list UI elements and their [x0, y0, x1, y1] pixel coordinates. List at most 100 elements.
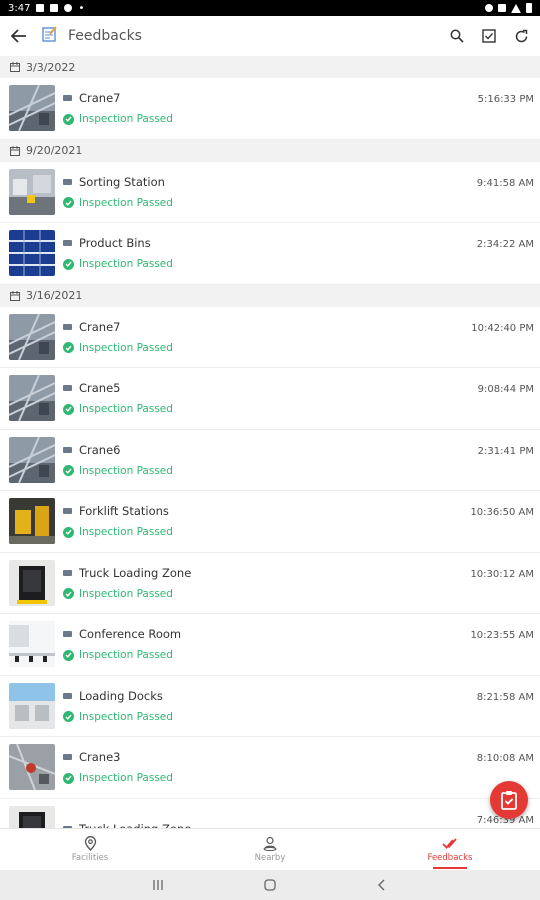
inspection-status: Inspection Passed	[79, 526, 173, 539]
feedback-time: 9:41:58 AM	[476, 177, 534, 189]
date-group-header: 9/20/2021	[0, 139, 540, 162]
feedback-row[interactable]: Product Bins Inspection Passed 2:34:22 AM	[0, 223, 540, 285]
facility-type-icon	[63, 446, 72, 453]
nav-facilities-label: Facilities	[71, 853, 109, 863]
facility-name: Crane5	[79, 381, 121, 396]
check-circle-icon	[63, 258, 74, 270]
inspection-status: Inspection Passed	[79, 196, 173, 209]
inspection-status: Inspection Passed	[79, 587, 173, 600]
feedback-row[interactable]: Sorting Station Inspection Passed 9:41:58 …	[0, 162, 540, 223]
status-time: 3:47	[8, 2, 31, 14]
check-circle-icon	[63, 711, 74, 723]
nav-feedbacks-label: Feedbacks	[427, 852, 473, 863]
inspection-status: Inspection Passed	[79, 403, 173, 416]
feedback-time: 5:16:33 PM	[477, 94, 534, 105]
feedback-time: 8:21:58 AM	[476, 691, 534, 703]
feedback-row[interactable]: Crane6 Inspection Passed 2:31:41 PM	[0, 430, 540, 491]
feedback-time: 2:31:41 PM	[477, 445, 534, 457]
feedback-time: 10:23:55 AM	[470, 630, 534, 641]
feedback-time: 9:08:44 PM	[477, 384, 534, 395]
feedback-row[interactable]: Truck Loading Zone Inspection Passed 10:30…	[0, 553, 540, 614]
check-circle-icon	[63, 588, 74, 600]
status-bar: 3:47 •	[0, 0, 540, 16]
feedback-row[interactable]: Crane7 Inspection Passed 10:42:40 PM	[0, 307, 540, 368]
check-circle-icon	[63, 649, 74, 661]
feedback-row[interactable]: Forklift Stations Inspection Passed 10:36:…	[0, 491, 540, 553]
back-icon[interactable]	[376, 876, 388, 895]
inspection-status: Inspection Passed	[79, 710, 173, 723]
feedback-row[interactable]: Crane5 Inspection Passed 9:08:44 PM	[0, 368, 540, 430]
checkbox-select-icon[interactable]	[480, 27, 498, 45]
feedback-time: 8:10:08 AM	[476, 753, 534, 764]
facility-type-icon	[63, 178, 72, 185]
clipboard-check-icon	[501, 791, 517, 810]
date-group-header: 3/3/2022	[0, 56, 540, 78]
recent-apps-icon[interactable]	[152, 876, 164, 895]
feedback-row[interactable]: Crane7 Inspection Passed 5:16:33 PM	[0, 78, 540, 140]
new-feedback-button[interactable]	[490, 781, 528, 819]
inspection-status: Inspection Passed	[79, 341, 173, 354]
inspection-status: Inspection Passed	[79, 258, 173, 271]
gallery-notification-icon	[36, 4, 45, 12]
facility-thumbnail	[9, 230, 55, 277]
facility-thumbnail	[9, 805, 55, 828]
page-title: Feedbacks	[68, 28, 142, 44]
memo-icon	[42, 26, 58, 46]
feedback-row[interactable]: Truck Loading Zone7:46:39 AM	[0, 799, 540, 828]
facility-type-icon	[63, 323, 72, 330]
facility-type-icon	[63, 385, 72, 392]
facility-type-icon	[63, 508, 72, 515]
check-circle-icon	[63, 113, 74, 125]
facility-type-icon	[63, 569, 72, 576]
back-arrow-icon[interactable]	[10, 27, 28, 45]
facility-name: Crane7	[79, 319, 121, 334]
facility-thumbnail	[9, 313, 55, 360]
nav-facilities[interactable]: Facilities	[0, 829, 180, 870]
nav-feedbacks[interactable]: Feedbacks	[360, 829, 540, 870]
calendar-icon	[10, 290, 20, 301]
bottom-navigation: Facilities Nearby Feedbacks	[0, 828, 540, 870]
refresh-icon[interactable]	[512, 27, 530, 45]
facility-thumbnail	[9, 85, 55, 132]
battery-icon	[526, 3, 532, 13]
system-navigation-bar	[0, 870, 540, 900]
facility-type-icon	[63, 692, 72, 699]
date-label: 3/3/2022	[26, 60, 76, 74]
inspection-status: Inspection Passed	[79, 649, 173, 662]
facility-name: Crane3	[79, 750, 121, 765]
calendar-icon	[498, 4, 506, 12]
check-circle-icon	[63, 465, 74, 477]
facility-thumbnail	[9, 682, 55, 729]
facility-name: Product Bins	[79, 236, 151, 251]
inspection-status: Inspection Passed	[79, 113, 173, 126]
feedback-list[interactable]: 3/3/2022 Crane7 Inspection Passed 5:16:33 P…	[0, 56, 540, 828]
feedback-row[interactable]: Conference Room Inspection Passed 10:23:55…	[0, 614, 540, 676]
facility-name: Sorting Station	[79, 174, 165, 189]
date-group-header: 3/16/2021	[0, 284, 540, 307]
home-icon[interactable]	[264, 876, 276, 895]
check-circle-icon	[63, 342, 74, 354]
facility-thumbnail	[9, 498, 55, 545]
wifi-icon	[511, 3, 521, 13]
feedback-row[interactable]: Crane3 Inspection Passed 8:10:08 AM	[0, 737, 540, 799]
facility-name: Loading Docks	[79, 688, 163, 703]
person-pin-icon	[263, 836, 277, 851]
media-notification-icon	[64, 4, 73, 12]
facility-type-icon	[63, 95, 72, 102]
check-circle-icon	[63, 526, 74, 538]
nav-nearby[interactable]: Nearby	[180, 829, 360, 870]
calendar-icon	[10, 145, 20, 156]
date-label: 9/20/2021	[26, 144, 83, 157]
location-pin-icon	[84, 836, 96, 851]
facility-type-icon	[63, 754, 72, 761]
feedback-time: 2:34:22 AM	[476, 239, 534, 250]
facility-name: Forklift Stations	[79, 504, 169, 519]
check-circle-icon	[63, 772, 74, 784]
search-icon[interactable]	[448, 27, 466, 45]
feedback-time: 10:30:12 AM	[470, 568, 534, 580]
facility-thumbnail	[9, 168, 55, 215]
feedback-row[interactable]: Loading Docks Inspection Passed 8:21:58 AM	[0, 676, 540, 737]
facility-type-icon	[63, 240, 72, 247]
facility-name: Truck Loading Zone	[79, 565, 192, 580]
facility-thumbnail	[9, 436, 55, 483]
